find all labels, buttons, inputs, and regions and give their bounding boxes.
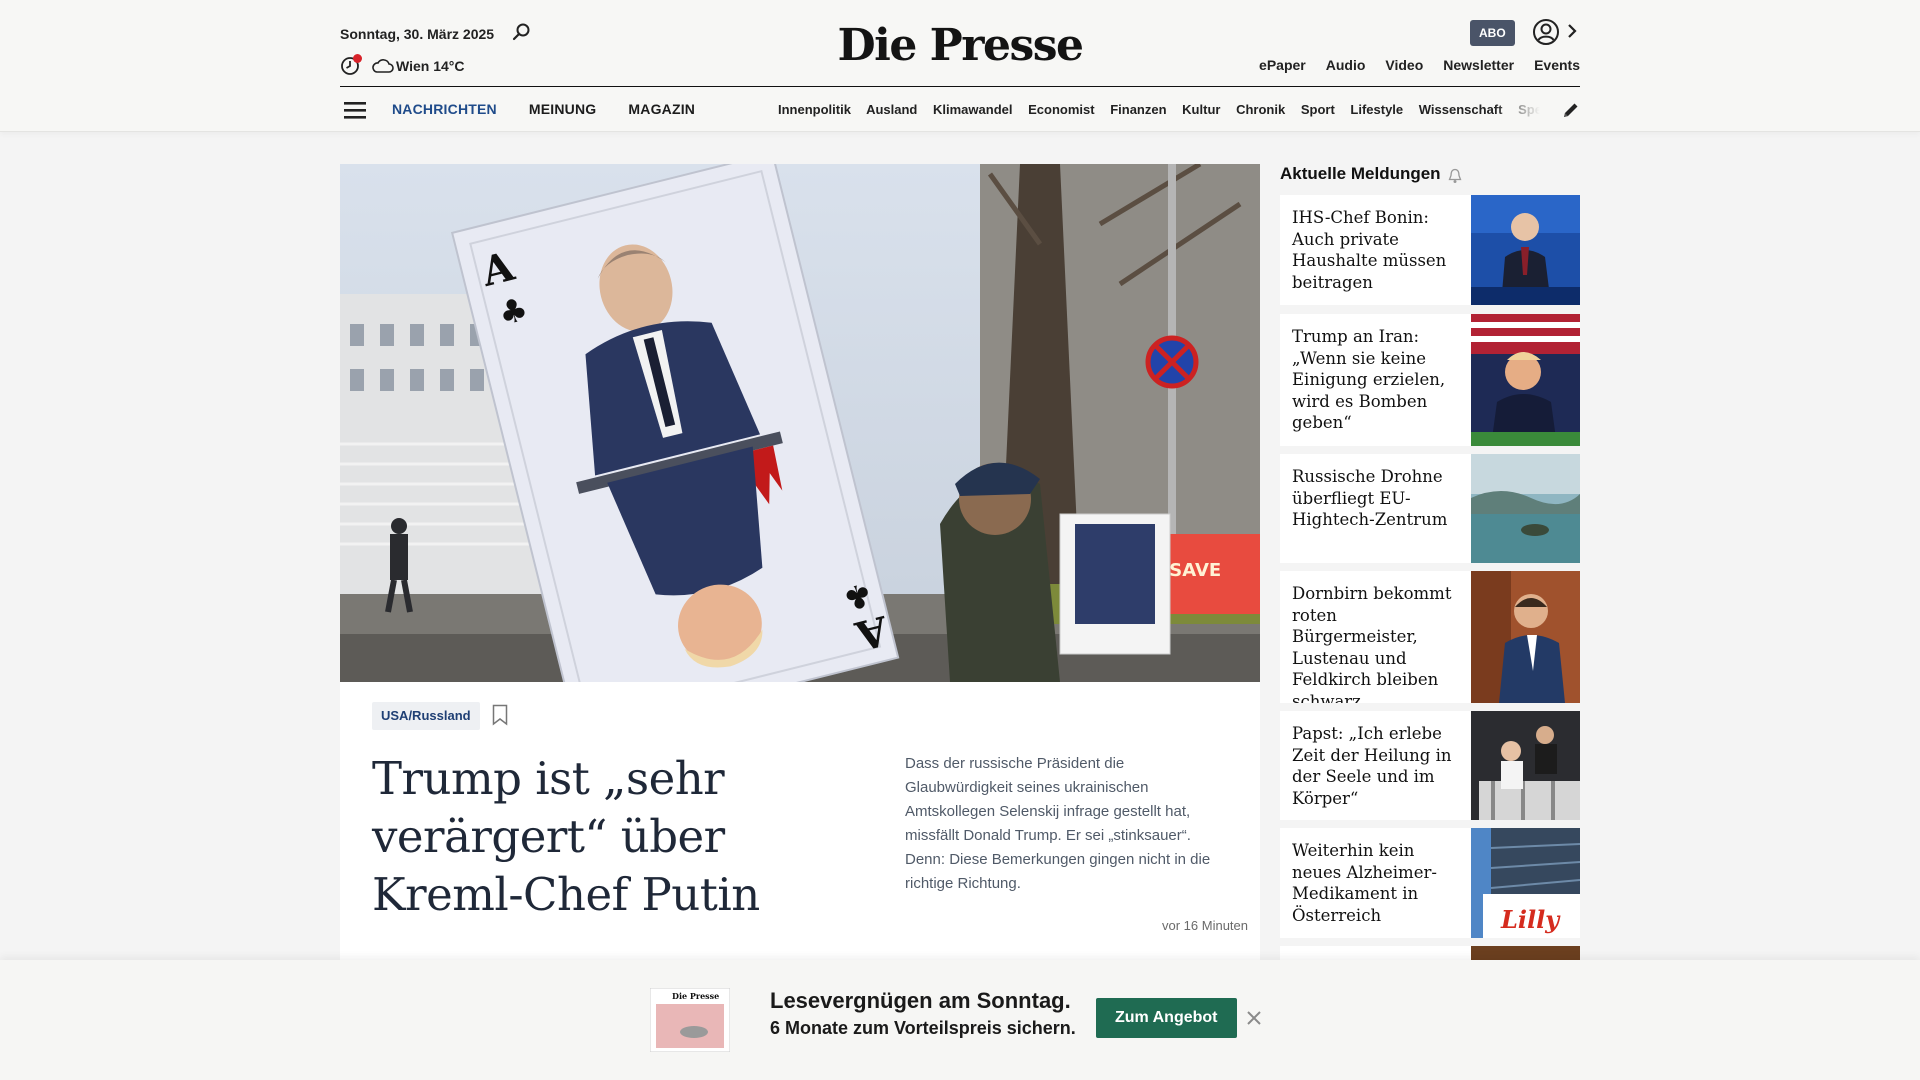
top-links: ePaper Audio Video Newsletter Events xyxy=(1259,57,1580,73)
news-item[interactable]: Trump an Iran: „Wenn sie keine Einigung … xyxy=(1280,314,1580,446)
nav-magazin[interactable]: MAGAZIN xyxy=(628,101,695,117)
nav-meinung[interactable]: MEINUNG xyxy=(529,101,597,117)
news-title[interactable]: Russische Drohne überfliegt EU-Hightech-… xyxy=(1292,466,1462,531)
menu-icon[interactable] xyxy=(344,100,366,120)
nav-klimawandel[interactable]: Klimawandel xyxy=(933,102,1012,117)
link-audio[interactable]: Audio xyxy=(1326,57,1366,73)
news-title[interactable]: Weiterhin kein neues Alzheimer-Medikamen… xyxy=(1292,840,1462,926)
news-title[interactable]: Papst: „Ich erlebe Zeit der Heilung in d… xyxy=(1292,723,1462,809)
lead-headline[interactable]: Trump ist „sehr verärgert“ über Kreml-Ch… xyxy=(372,750,812,924)
sidebar-title: Aktuelle Meldungen xyxy=(1280,164,1441,183)
lead-image[interactable]: GOD SAVE A ♣ ♣ A xyxy=(340,164,1260,682)
user-icon[interactable] xyxy=(1532,18,1560,46)
news-thumbnail xyxy=(1471,314,1580,446)
header-divider xyxy=(340,86,1580,87)
link-newsletter[interactable]: Newsletter xyxy=(1443,57,1514,73)
nav-nachrichten[interactable]: NACHRICHTEN xyxy=(392,101,497,117)
svg-text:Die Presse: Die Presse xyxy=(672,991,719,1001)
news-item[interactable]: Dornbirn bekommt roten Bürgermeister, Lu… xyxy=(1280,571,1580,703)
lilly-logo-text: Lilly xyxy=(1500,905,1561,934)
newspaper-thumbnail: Die Presse xyxy=(650,988,730,1052)
link-epaper[interactable]: ePaper xyxy=(1259,57,1306,73)
news-thumbnail xyxy=(1471,571,1580,703)
news-item[interactable]: IHS-Chef Bonin: Auch private Haushalte m… xyxy=(1280,195,1580,305)
pencil-icon[interactable] xyxy=(1561,100,1581,120)
lead-teaser: Dass der russische Präsident die Glaubwü… xyxy=(905,755,1211,892)
nav-innenpolitik[interactable]: Innenpolitik xyxy=(778,102,851,117)
nav-lifestyle[interactable]: Lifestyle xyxy=(1350,102,1403,117)
news-title[interactable]: Dornbirn bekommt roten Bürgermeister, Lu… xyxy=(1292,583,1462,703)
news-thumbnail xyxy=(1471,195,1580,305)
nav-finanzen[interactable]: Finanzen xyxy=(1110,102,1166,117)
link-video[interactable]: Video xyxy=(1385,57,1423,73)
abo-button[interactable]: ABO xyxy=(1470,20,1515,46)
news-item[interactable]: Papst: „Ich erlebe Zeit der Heilung in d… xyxy=(1280,711,1580,820)
promo-subline: 6 Monate zum Vorteilspreis sichern. xyxy=(770,1018,1076,1038)
lead-photo: GOD SAVE A ♣ ♣ A xyxy=(340,164,1260,682)
section-nav: Innenpolitik Ausland Klimawandel Economi… xyxy=(778,102,1540,117)
promo-headline: Lesevergnügen am Sonntag. xyxy=(770,988,1071,1013)
offer-button[interactable]: Zum Angebot xyxy=(1096,998,1237,1038)
category-tag[interactable]: USA/Russland xyxy=(372,702,480,730)
nav-kultur[interactable]: Kultur xyxy=(1182,102,1220,117)
header-inner: Sonntag, 30. März 2025 Wien 14°C Die Pre… xyxy=(340,0,1580,132)
news-title[interactable]: Trump an Iran: „Wenn sie keine Einigung … xyxy=(1292,326,1462,434)
nav-chronik[interactable]: Chronik xyxy=(1236,102,1285,117)
bookmark-icon[interactable] xyxy=(492,704,508,726)
news-item[interactable]: Russische Drohne überfliegt EU-Hightech-… xyxy=(1280,454,1580,563)
site-header: Sonntag, 30. März 2025 Wien 14°C Die Pre… xyxy=(0,0,1920,132)
nav-spectrum[interactable]: Spectrum xyxy=(1518,102,1540,117)
subscription-banner: Die Presse Lesevergnügen am Sonntag. 6 M… xyxy=(0,960,1920,1080)
news-title[interactable]: IHS-Chef Bonin: Auch private Haushalte m… xyxy=(1292,207,1462,293)
lead-timestamp: vor 16 Minuten xyxy=(1162,918,1248,933)
bell-icon[interactable] xyxy=(1448,168,1462,184)
nav-economist[interactable]: Economist xyxy=(1028,102,1094,117)
lead-article-card[interactable]: USA/Russland Trump ist „sehr verärgert“ … xyxy=(340,682,1260,962)
news-thumbnail xyxy=(1471,454,1580,563)
chevron-right-icon[interactable] xyxy=(1566,22,1578,40)
news-item[interactable]: Weiterhin kein neues Alzheimer-Medikamen… xyxy=(1280,828,1580,938)
nav-sport[interactable]: Sport xyxy=(1301,102,1335,117)
news-thumbnail xyxy=(1471,711,1580,820)
close-icon[interactable] xyxy=(1246,1010,1262,1026)
main-nav: NACHRICHTEN MEINUNG MAGAZIN xyxy=(392,101,695,117)
nav-ausland[interactable]: Ausland xyxy=(866,102,917,117)
link-events[interactable]: Events xyxy=(1534,57,1580,73)
nav-wissenschaft[interactable]: Wissenschaft xyxy=(1419,102,1503,117)
news-thumbnail: Lilly xyxy=(1471,828,1580,938)
